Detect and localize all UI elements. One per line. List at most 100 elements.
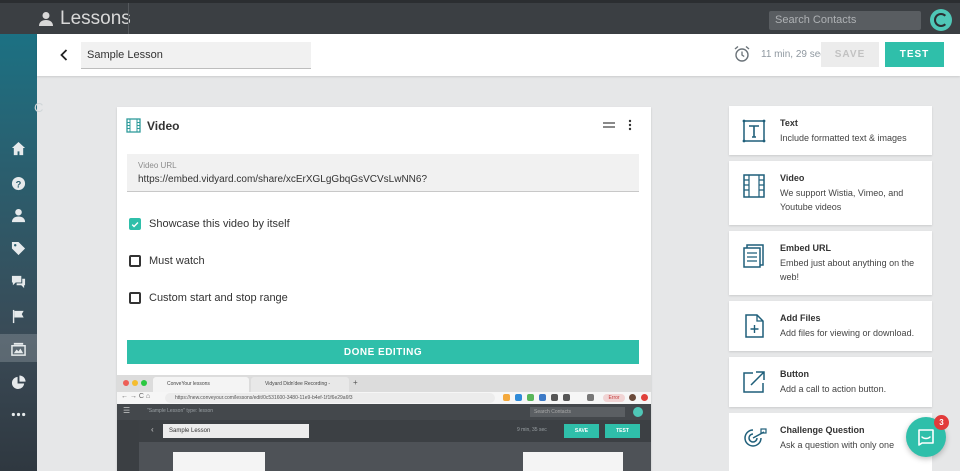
sidebar-item-reports[interactable] xyxy=(0,368,37,396)
back-button[interactable] xyxy=(55,45,73,65)
chat-icon xyxy=(11,275,26,288)
palette-item-add-files[interactable]: Add Files Add files for viewing or downl… xyxy=(729,301,932,351)
preview-body xyxy=(139,442,651,471)
palette-item-title: Embed URL xyxy=(780,243,832,253)
sidebar: C ? xyxy=(0,34,43,471)
palette-item-video[interactable]: Video We support Wistia, Vimeo, and Yout… xyxy=(729,161,932,225)
preview-extension-icon xyxy=(515,394,522,401)
film-icon xyxy=(126,118,141,133)
palette-item-embed-url[interactable]: Embed URL Embed just about anything on t… xyxy=(729,231,932,295)
sidebar-item-campaigns[interactable] xyxy=(0,302,37,330)
preview-tab-1: ConveYour lessons xyxy=(153,377,249,392)
flag-icon xyxy=(12,309,24,323)
lesson-timer: 11 min, 29 sec xyxy=(761,49,826,60)
preview-extension-icon xyxy=(551,394,558,401)
text-icon xyxy=(742,119,766,143)
palette-item-title: Challenge Question xyxy=(780,425,865,435)
palette-item-text[interactable]: Text Include formatted text & images xyxy=(729,106,932,155)
custom-range-checkbox[interactable] xyxy=(129,292,141,304)
video-url-label: Video URL xyxy=(138,161,177,170)
test-button[interactable]: TEST xyxy=(885,42,944,67)
preview-browser-tabs: ConveYour lessons Vidyard Didn'dee Recor… xyxy=(117,375,651,392)
lessons-icon xyxy=(11,342,26,356)
embed-icon xyxy=(743,244,764,268)
chevron-left-icon xyxy=(60,49,68,61)
palette-item-title: Text xyxy=(780,118,798,128)
sidebar-item-lessons[interactable] xyxy=(0,334,37,362)
must-watch-checkbox[interactable] xyxy=(129,255,141,267)
app-title: Lessons xyxy=(60,8,131,29)
film-icon xyxy=(743,174,765,198)
preview-test-button: TEST xyxy=(605,424,640,438)
home-icon xyxy=(11,141,26,155)
card-title: Video xyxy=(147,119,180,133)
video-preview[interactable]: ConveYour lessons Vidyard Didn'dee Recor… xyxy=(117,375,651,471)
app-brand[interactable]: Lessons xyxy=(38,7,131,31)
preview-error-badge: Error xyxy=(603,394,625,402)
must-watch-option[interactable]: Must watch xyxy=(129,253,205,269)
preview-app-bar: ☰ "Sample Lesson" type: lesson Search Co… xyxy=(117,404,651,420)
must-watch-label: Must watch xyxy=(149,255,205,267)
preview-tab-2: Vidyard Didn'dee Recording - xyxy=(251,377,349,392)
pie-chart-icon xyxy=(11,374,26,389)
sidebar-collapsed-label: C xyxy=(34,100,44,115)
sidebar-item-tags[interactable] xyxy=(0,234,37,262)
user-icon xyxy=(11,208,26,222)
search-contacts-input[interactable] xyxy=(769,11,921,30)
target-icon xyxy=(744,428,767,447)
palette-item-title: Add Files xyxy=(780,313,821,323)
sidebar-item-messages[interactable] xyxy=(0,267,37,295)
appbar-divider xyxy=(128,3,129,34)
preview-nav-icons: ← → C ⌂ xyxy=(121,393,151,400)
lesson-name-input[interactable] xyxy=(81,42,311,69)
video-url-field[interactable]: Video URL https://embed.vidyard.com/shar… xyxy=(127,154,639,192)
preview-close-dot xyxy=(123,380,129,386)
sidebar-item-contacts[interactable] xyxy=(0,201,37,229)
sidebar-item-home[interactable] xyxy=(0,134,37,162)
done-editing-button[interactable]: DONE EDITING xyxy=(127,340,639,364)
drag-handle-icon[interactable] xyxy=(603,121,615,129)
checkmark-icon xyxy=(131,221,139,227)
tag-icon xyxy=(11,241,26,255)
preview-save-button: SAVE xyxy=(564,424,599,438)
sidebar-item-help[interactable]: ? xyxy=(0,169,37,197)
showcase-option[interactable]: Showcase this video by itself xyxy=(129,216,290,232)
preview-extension-icon xyxy=(527,394,534,401)
custom-range-option[interactable]: Custom start and stop range xyxy=(129,290,288,306)
svg-text:?: ? xyxy=(16,179,22,189)
palette-item-title: Button xyxy=(780,369,809,379)
save-button[interactable]: SAVE xyxy=(821,42,879,67)
preview-avatar-icon xyxy=(629,394,636,401)
custom-range-label: Custom start and stop range xyxy=(149,292,288,304)
palette-item-title: Video xyxy=(780,173,805,183)
preview-lesson-name: Sample Lesson xyxy=(163,424,309,438)
chat-unread-badge: 3 xyxy=(934,415,949,430)
preview-logo-icon xyxy=(633,407,643,417)
more-icon xyxy=(11,412,26,416)
preview-toolbar: ‹ Sample Lesson 9 min, 35 sec SAVE TEST xyxy=(139,420,651,442)
file-add-icon xyxy=(745,314,764,338)
preview-extension-icon xyxy=(587,394,594,401)
palette-item-desc: Embed just about anything on the web! xyxy=(780,258,915,282)
palette-item-challenge-question[interactable]: Challenge Question Ask a question with o… xyxy=(729,413,932,471)
preview-address-bar: ← → C ⌂ https://new.conveyour.com/lesson… xyxy=(117,392,651,404)
chat-bubble-icon xyxy=(918,429,934,446)
preview-search: Search Contacts xyxy=(530,407,625,417)
conveyour-logo-icon[interactable] xyxy=(930,9,952,31)
preview-extension-icon xyxy=(563,394,570,401)
video-url-value[interactable]: https://embed.vidyard.com/share/xcErXGLg… xyxy=(138,174,427,185)
preview-extension-icon xyxy=(503,394,510,401)
preview-minimize-dot xyxy=(132,380,138,386)
preview-extension-icon xyxy=(641,394,648,401)
more-vertical-icon[interactable] xyxy=(627,119,633,131)
showcase-label: Showcase this video by itself xyxy=(149,218,290,230)
palette-item-desc: Add a call to action button. xyxy=(780,384,887,394)
card-header: Video xyxy=(117,107,651,144)
preview-card xyxy=(523,452,623,471)
sidebar-item-more[interactable] xyxy=(0,400,37,428)
showcase-checkbox[interactable] xyxy=(129,218,141,230)
preview-back-icon: ‹ xyxy=(151,425,154,434)
palette-item-desc: Include formatted text & images xyxy=(780,133,907,143)
external-link-icon xyxy=(743,371,765,393)
palette-item-button[interactable]: Button Add a call to action button. xyxy=(729,357,932,407)
